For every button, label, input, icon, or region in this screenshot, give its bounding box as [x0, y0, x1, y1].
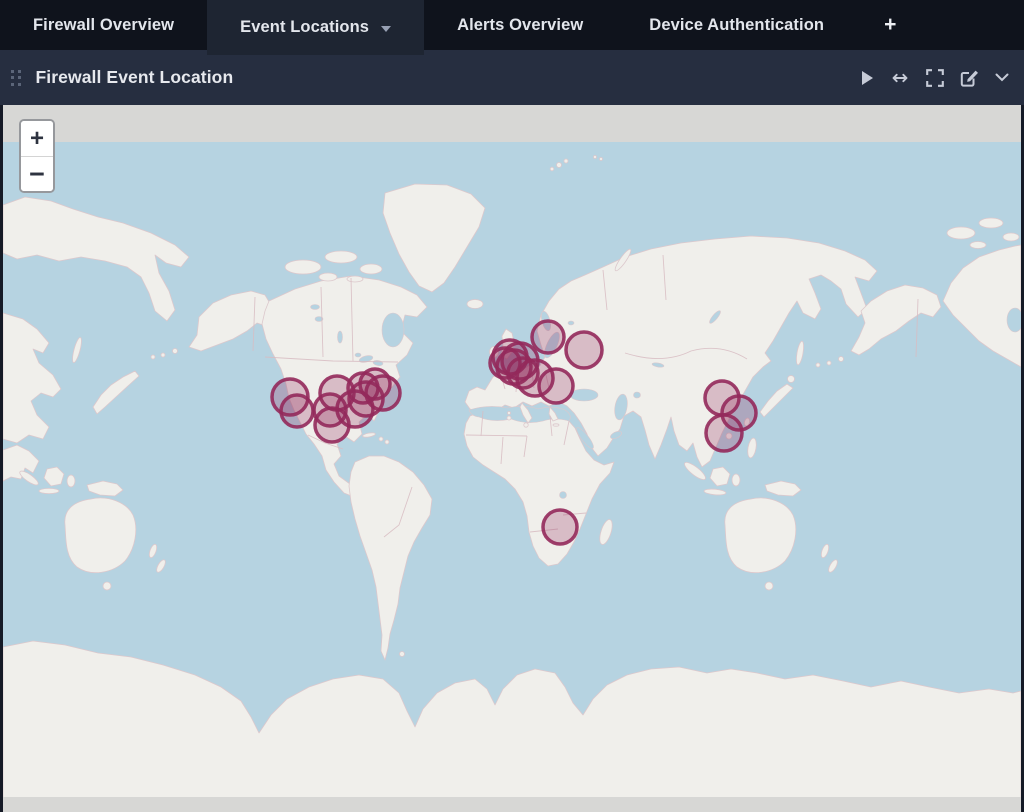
event-location-marker[interactable]	[539, 369, 573, 403]
tab-device-authentication[interactable]: Device Authentication	[616, 0, 857, 50]
plus-icon: +	[884, 13, 896, 37]
event-location-marker[interactable]	[532, 321, 564, 353]
edit-button[interactable]	[960, 69, 979, 87]
panel-toolbar	[860, 69, 1012, 87]
map-zoom-control: + −	[19, 119, 55, 193]
add-tab-button[interactable]: +	[857, 0, 923, 50]
event-location-marker[interactable]	[543, 510, 577, 544]
event-location-marker[interactable]	[566, 332, 602, 368]
play-icon	[860, 70, 874, 86]
chevron-down-icon	[381, 26, 391, 32]
tab-alerts-overview[interactable]: Alerts Overview	[424, 0, 616, 50]
dashboard-tab-bar: Firewall Overview Event Locations Alerts…	[0, 0, 1024, 50]
edit-icon	[960, 69, 979, 87]
chevron-down-button[interactable]	[995, 73, 1009, 82]
tab-label: Firewall Overview	[33, 16, 174, 35]
panel-header: Firewall Event Location	[0, 50, 1024, 105]
play-button[interactable]	[860, 70, 874, 86]
resize-horizontal-icon	[890, 71, 910, 85]
drag-handle-icon[interactable]	[11, 70, 21, 86]
fullscreen-button[interactable]	[926, 69, 944, 87]
resize-horizontal-button[interactable]	[890, 71, 910, 85]
tab-label: Event Locations	[240, 18, 369, 37]
zoom-in-button[interactable]: +	[21, 121, 53, 156]
fullscreen-icon	[926, 69, 944, 87]
tab-event-locations[interactable]: Event Locations	[207, 0, 424, 55]
app-window: Firewall Overview Event Locations Alerts…	[0, 0, 1024, 812]
map-edge-top	[3, 105, 1021, 142]
chevron-down-icon	[995, 73, 1009, 82]
event-location-marker[interactable]	[706, 415, 742, 451]
map-edge-bottom	[3, 797, 1021, 812]
event-location-marker[interactable]	[366, 376, 400, 410]
world-map[interactable]	[3, 105, 1021, 812]
panel-title: Firewall Event Location	[36, 67, 234, 88]
zoom-out-button[interactable]: −	[21, 156, 53, 191]
event-location-marker[interactable]	[281, 395, 313, 427]
tab-firewall-overview[interactable]: Firewall Overview	[0, 0, 207, 50]
tab-label: Device Authentication	[649, 16, 824, 35]
map-panel: + −	[0, 105, 1024, 812]
tab-label: Alerts Overview	[457, 16, 583, 35]
